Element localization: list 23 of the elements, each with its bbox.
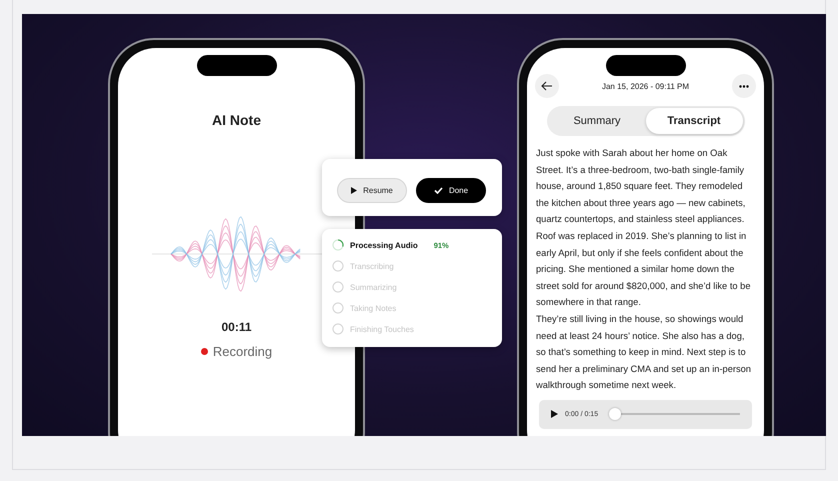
step-label: Transcribing bbox=[350, 262, 394, 270]
note-date: Jan 15, 2026 - 09:11 PM bbox=[602, 82, 690, 90]
step-label: Finishing Touches bbox=[350, 324, 414, 334]
view-tab[interactable]: Summary bbox=[548, 108, 646, 134]
resume-button[interactable]: Resume bbox=[337, 178, 407, 203]
more-icon bbox=[739, 84, 749, 88]
transcript-paragraph: They’re still living in the house, so showings would need at least 24 hours’ notice. She also has a dog, so that’s something to keep in mind. Next step is to send her a preliminary CMA and set up an in-person walkthrough sometime next week. bbox=[536, 312, 752, 392]
step-label: Processing Audio bbox=[350, 240, 418, 250]
more-button[interactable] bbox=[732, 74, 756, 98]
step-label: Taking Notes bbox=[350, 304, 396, 312]
seek-thumb[interactable] bbox=[609, 408, 622, 420]
transcript-paragraph: Just spoke with Sarah about her home on Oak Street. It’s a three-bedroom, two-bath single-family house, around 1,850 square feet. They remodeled the kitchen about three years ago — new cabinets, quartz countertops, and stainless steel appliances. Roof was replaced in 2019. She’s planning to list in early April, but only if she feels confident about the pricing. She mentioned a similar home down the street sold for around $820,000, and she’d like to be somewhere in that range. bbox=[536, 147, 752, 310]
recording-timer: 00:11 bbox=[221, 320, 252, 334]
screen-title: AI Note bbox=[212, 112, 261, 128]
checkmark-icon bbox=[434, 187, 443, 194]
view-tab[interactable]: Transcript bbox=[646, 108, 742, 134]
recording-status: Recording bbox=[212, 344, 272, 359]
play-icon[interactable] bbox=[551, 410, 558, 418]
back-arrow-icon bbox=[541, 81, 553, 91]
play-icon bbox=[351, 187, 358, 194]
step-label: Summarizing bbox=[350, 282, 397, 292]
back-button[interactable] bbox=[535, 74, 559, 98]
done-button[interactable]: Done bbox=[416, 178, 486, 203]
